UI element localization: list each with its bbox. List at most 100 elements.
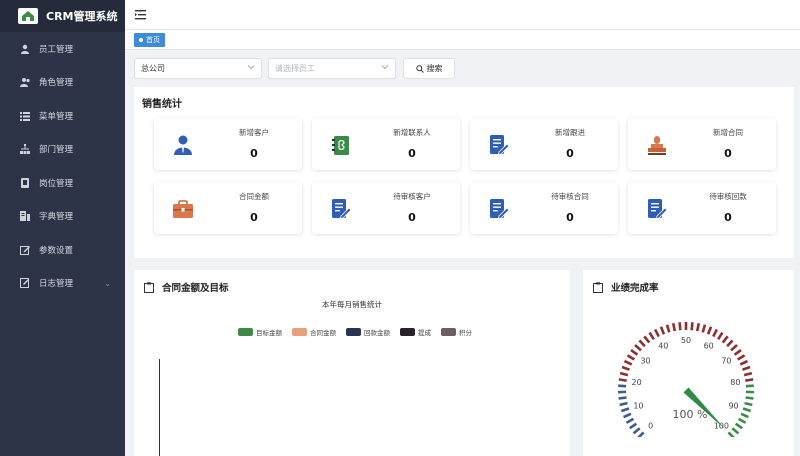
stat-card-value: 0 xyxy=(566,211,574,224)
gauge-tick-segment xyxy=(632,427,641,435)
gauge-tick-segment xyxy=(626,354,636,361)
contract-chart-header: 合同金额及目标 xyxy=(144,280,229,294)
gauge-tick-segment xyxy=(742,365,751,371)
stat-card-label: 新增合同 xyxy=(713,128,743,137)
stat-card-value: 0 xyxy=(250,147,258,160)
tag-label: 首页 xyxy=(146,36,160,44)
tag-home[interactable]: 首页 xyxy=(134,33,165,47)
gauge-tick-segment xyxy=(665,324,671,333)
stat-card-label: 待审核合同 xyxy=(551,192,589,201)
menu-toggle-icon[interactable] xyxy=(135,9,147,21)
app-title: CRM管理系统 xyxy=(46,10,118,23)
stat-card-value: 0 xyxy=(408,211,416,224)
legend-item-points[interactable]: 积分 xyxy=(441,327,472,337)
chart-title: 本年每月销售统计 xyxy=(322,300,382,309)
gauge-tick-label: 30 xyxy=(640,357,650,366)
gauge-tick-segment xyxy=(623,359,633,366)
gauge-tick-segment xyxy=(618,396,627,400)
legend-item-contract[interactable]: 合同金额 xyxy=(292,327,336,337)
legend-swatch xyxy=(400,328,415,336)
gauge-tick-segment xyxy=(630,348,639,356)
gauge-tick-segment xyxy=(745,378,754,382)
legend-item-target[interactable]: 目标金额 xyxy=(238,327,282,337)
stat-card-pending-customers[interactable]: 待审核客户 0 xyxy=(312,182,460,234)
sidebar-item-roles[interactable]: 角色管理 xyxy=(0,66,125,100)
stat-card-pending-contracts[interactable]: 待审核合同 0 xyxy=(470,182,618,234)
legend-item-payment[interactable]: 回款金额 xyxy=(346,327,390,337)
stat-card-label: 合同金额 xyxy=(239,192,269,201)
gauge-tick-label: 10 xyxy=(633,401,643,410)
crm-logo-icon xyxy=(18,8,38,24)
edit-icon xyxy=(19,244,31,256)
tags-view: 首页 xyxy=(125,30,800,50)
gauge-tick-segment xyxy=(712,328,719,338)
gauge-tick-segment xyxy=(740,412,749,419)
sidebar-item-label: 参数设置 xyxy=(39,245,74,256)
stat-card-value: 0 xyxy=(724,147,732,160)
sitemap-icon xyxy=(19,143,31,155)
sidebar-item-departments[interactable]: 部门管理 xyxy=(0,133,125,167)
search-button[interactable]: 搜索 xyxy=(403,58,455,79)
gauge-tick-segment xyxy=(618,378,627,382)
stat-card-new-contacts[interactable]: 新增联系人 0 xyxy=(312,118,460,170)
employee-select[interactable]: 请选择员工 xyxy=(268,58,396,79)
gauge-tick-segment xyxy=(648,331,655,341)
gauge-tick-segment xyxy=(659,326,666,335)
sidebar: CRM管理系统 员工管理 角色管理 菜单管理 部门管理 岗位管理 字典管理 参数… xyxy=(0,0,125,456)
gauge-tick-segment xyxy=(721,335,729,344)
stat-card-new-followups[interactable]: 新增跟进 0 xyxy=(470,118,618,170)
gauge-tick-label: 90 xyxy=(728,401,738,410)
user-icon xyxy=(19,43,31,55)
sidebar-item-dictionary[interactable]: 字典管理 xyxy=(0,200,125,234)
gauge-tick-segment xyxy=(745,384,754,388)
stat-card-value: 0 xyxy=(724,211,732,224)
sales-stats-title: 销售统计 xyxy=(142,99,182,110)
contacts-book-icon xyxy=(330,134,352,156)
document-edit-icon xyxy=(488,134,510,156)
gauge-tick-label: 60 xyxy=(704,341,714,350)
gauge-tick-segment xyxy=(745,396,754,400)
stat-card-new-customers[interactable]: 新增客户 0 xyxy=(154,118,302,170)
clipboard-icon xyxy=(144,281,154,293)
gauge-tick-label: 40 xyxy=(658,341,668,350)
gauge-tick-segment xyxy=(717,331,724,341)
sidebar-item-employees[interactable]: 员工管理 xyxy=(0,32,125,66)
contract-chart-panel: 合同金额及目标 本年每月销售统计 目标金额 合同金额 回款金额 提成 积分 xyxy=(134,270,570,456)
gauge-tick-label: 70 xyxy=(721,357,731,366)
gauge-tick-segment xyxy=(739,359,749,366)
gauge-tick-segment xyxy=(671,322,677,332)
document-edit-icon xyxy=(646,198,668,220)
gauge-tick-segment xyxy=(733,348,742,356)
gauge-tick-segment xyxy=(619,371,629,377)
gauge-tick-segment xyxy=(727,431,735,437)
legend-item-commission[interactable]: 提成 xyxy=(400,327,431,337)
sidebar-item-positions[interactable]: 岗位管理 xyxy=(0,166,125,200)
document-edit-icon xyxy=(330,198,352,220)
contract-chart-panel-title: 合同金额及目标 xyxy=(162,283,229,294)
sidebar-item-menus[interactable]: 菜单管理 xyxy=(0,99,125,133)
gauge-tick-segment xyxy=(618,384,627,388)
gauge-tick-label: 100 xyxy=(714,421,729,430)
sales-stats-panel: 销售统计 新增客户 0 新增联系人 0 新增跟进 0 新增合同 0 合同金额 0… xyxy=(134,87,794,258)
stat-card-value: 0 xyxy=(408,147,416,160)
company-select[interactable]: 总公司 xyxy=(134,58,262,79)
stat-card-contract-amount[interactable]: 合同金额 0 xyxy=(154,182,302,234)
stat-card-label: 新增跟进 xyxy=(555,128,585,137)
gauge-tick-segment xyxy=(706,326,713,335)
brand[interactable]: CRM管理系统 xyxy=(0,0,125,32)
gauge-tick-segment xyxy=(743,371,753,377)
users-icon xyxy=(19,76,31,88)
stat-card-new-contracts[interactable]: 新增合同 0 xyxy=(628,118,776,170)
sidebar-item-parameters[interactable]: 参数设置 xyxy=(0,233,125,267)
sidebar-item-logs[interactable]: 日志管理 ⌄ xyxy=(0,267,125,301)
legend-label: 目标金额 xyxy=(256,329,282,337)
legend-label: 回款金额 xyxy=(364,329,390,337)
stat-card-label: 待审核回款 xyxy=(709,192,747,201)
gauge-tick-segment xyxy=(734,422,743,430)
employee-select-placeholder: 请选择员工 xyxy=(275,64,315,73)
performance-header: 业绩完成率 xyxy=(593,280,659,294)
gauge-tick-segment xyxy=(678,322,682,331)
document-edit-icon xyxy=(488,198,510,220)
stat-card-pending-payments[interactable]: 待审核回款 0 xyxy=(628,182,776,234)
gauge-readout: 100 % xyxy=(673,408,708,421)
